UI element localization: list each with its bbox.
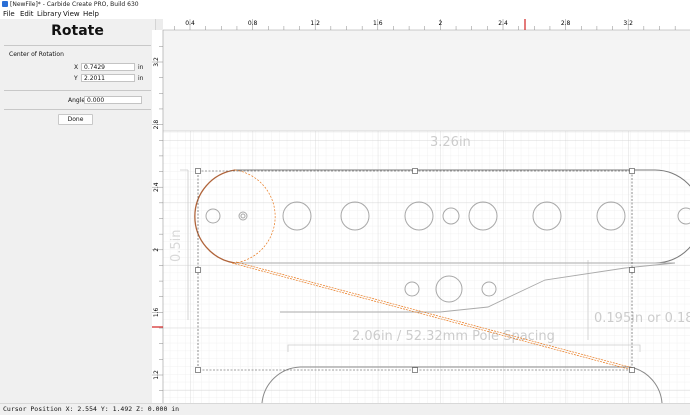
menu-edit[interactable]: Edit <box>20 9 34 19</box>
dimension-side: 0.195in or 0.18 <box>594 311 690 326</box>
rotate-panel: Rotate Center of Rotation X 0.7429 in Y … <box>0 19 155 403</box>
dimension-spacing: 2.06in / 52.32mm Pole Spacing <box>352 329 555 344</box>
ruler-x-label: 0.8 <box>248 20 258 27</box>
app-icon <box>2 1 8 7</box>
pole-holes <box>205 201 690 303</box>
cursor-position: Cursor Position X: 2.554 Y: 1.492 Z: 0.0… <box>3 405 180 413</box>
x-unit: in <box>138 64 144 71</box>
grid-major <box>163 131 690 403</box>
stock-area <box>163 131 690 403</box>
angle-input[interactable]: 0.000 <box>84 96 142 104</box>
menu-file[interactable]: File <box>3 9 15 19</box>
ruler-x-label: 3.2 <box>623 20 633 27</box>
selection-box[interactable] <box>197 170 633 371</box>
center-of-rotation-label: Center of Rotation <box>9 51 64 58</box>
ruler-x-label: 2 <box>438 20 442 27</box>
pickup-outline-top <box>234 169 690 264</box>
y-label: Y <box>74 75 78 82</box>
selection-handles[interactable] <box>195 168 635 373</box>
window-title: [NewFile]* - Carbide Create PRO, Build 6… <box>10 1 139 8</box>
menu-bar: File Edit Library View Help <box>0 9 690 19</box>
horizontal-ruler: 0.4 0.8 1.2 1.6 2 2.4 2.8 3.2 <box>163 19 690 31</box>
reference-drawing <box>180 169 641 352</box>
panel-title: Rotate <box>51 23 104 39</box>
dimension-width: 3.26in <box>430 135 471 150</box>
selected-shape[interactable] <box>194 169 634 371</box>
ruler-x-label: 2.4 <box>498 20 508 27</box>
grid-minor <box>163 131 690 403</box>
x-label: X <box>74 64 79 71</box>
done-button[interactable]: Done <box>58 114 93 125</box>
ruler-x-label: 1.2 <box>310 20 320 27</box>
ruler-x-label: 2.8 <box>561 20 571 27</box>
ruler-x-label: 1.6 <box>373 20 383 27</box>
panel-splitter[interactable] <box>155 19 164 403</box>
canvas-background[interactable] <box>163 30 690 403</box>
y-input[interactable]: 2.2011 <box>81 74 135 82</box>
y-unit: in <box>138 75 144 82</box>
x-input[interactable]: 0.7429 <box>81 63 135 71</box>
status-bar: Cursor Position X: 2.554 Y: 1.492 Z: 0.0… <box>0 403 690 415</box>
ruler-x-label: 0.4 <box>185 20 195 27</box>
angle-label: Angle <box>68 97 86 104</box>
menu-view[interactable]: View <box>63 9 80 19</box>
divider <box>4 45 151 46</box>
divider <box>4 90 151 91</box>
title-bar: [NewFile]* - Carbide Create PRO, Build 6… <box>0 0 690 9</box>
pickup-plate-lower <box>234 262 676 313</box>
divider <box>4 109 151 110</box>
menu-library[interactable]: Library <box>37 9 61 19</box>
menu-help[interactable]: Help <box>83 9 99 19</box>
pickup-outline-bottom <box>261 366 663 404</box>
dimension-left: 0.5in <box>169 229 184 262</box>
